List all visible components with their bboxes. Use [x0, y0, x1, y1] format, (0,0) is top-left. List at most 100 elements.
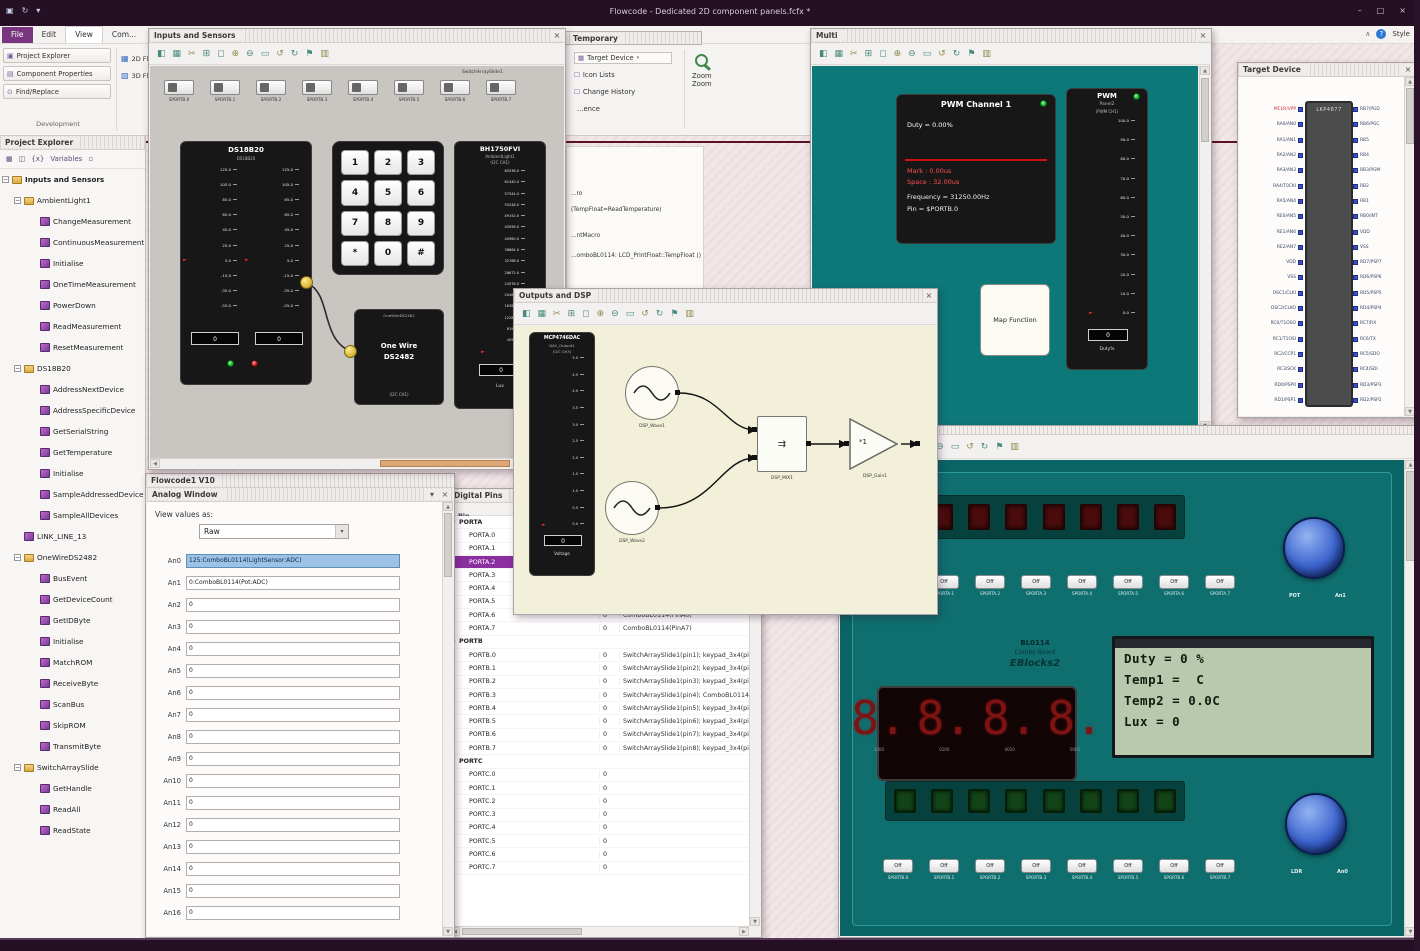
- close-icon[interactable]: ×: [923, 290, 935, 301]
- tree-item[interactable]: ReadState: [2, 820, 145, 841]
- view-option[interactable]: ...ence: [574, 103, 672, 115]
- tree-item[interactable]: Initialise: [2, 463, 145, 484]
- port-button[interactable]: Off SPORTB.2: [975, 859, 1005, 880]
- explorer-tool-icon[interactable]: {x}: [31, 155, 44, 163]
- switch-body[interactable]: [440, 80, 470, 95]
- pin-row[interactable]: PORTC.4 0: [450, 822, 749, 836]
- analog-value-field[interactable]: 0: [186, 686, 400, 700]
- scale-marker[interactable]: ►: [542, 523, 546, 528]
- toolbar-icon[interactable]: ⚑: [670, 309, 678, 319]
- ribbon-button[interactable]: ⊙ Find/Replace: [3, 84, 111, 99]
- toolbar-icon[interactable]: ↺: [938, 49, 946, 59]
- switch-knob[interactable]: [306, 83, 315, 92]
- ribbon-tab[interactable]: Edit: [33, 27, 66, 43]
- toolbar-icon[interactable]: ⚑: [305, 49, 313, 59]
- keypad-key[interactable]: 3: [407, 150, 435, 176]
- toolbar-icon[interactable]: ▥: [1010, 442, 1019, 452]
- port-button[interactable]: Off SPORTB.6: [1159, 859, 1189, 880]
- keypad-key[interactable]: *: [341, 240, 369, 266]
- tree-item[interactable]: − OneWireDS2482: [2, 547, 145, 568]
- dsp-mix-block[interactable]: ⇉: [757, 416, 807, 472]
- switch-knob[interactable]: [214, 83, 223, 92]
- maximize-button[interactable]: □: [1377, 6, 1385, 15]
- analog-value-field[interactable]: 0: [186, 752, 400, 766]
- pin-row[interactable]: PORTB.7 0 SwitchArraySlide1(pin8); keypa…: [450, 742, 749, 756]
- window-titlebar[interactable]: Target Device ×: [1238, 63, 1416, 77]
- scroll-thumb[interactable]: [462, 928, 582, 935]
- switch-body[interactable]: [394, 80, 424, 95]
- expand-toggle[interactable]: −: [14, 365, 21, 372]
- window-titlebar[interactable]: Flowcode1 V10: [146, 474, 454, 488]
- help-icon[interactable]: ?: [1376, 29, 1387, 39]
- port-switch[interactable]: SPORTB.0: [164, 80, 194, 102]
- tree-item[interactable]: − SwitchArraySlide: [2, 757, 145, 778]
- port-button[interactable]: Off SPORTA.4: [1067, 575, 1097, 596]
- toolbar-icon[interactable]: ⊖: [246, 49, 254, 59]
- collapse-ribbon-icon[interactable]: ∧: [1365, 30, 1370, 38]
- analog-value-field[interactable]: 0: [186, 642, 400, 656]
- toolbar-icon[interactable]: ◧: [522, 309, 531, 319]
- scroll-thumb[interactable]: [1201, 78, 1209, 142]
- port-switch[interactable]: SPORTB.1: [210, 80, 240, 102]
- panel-titlebar[interactable]: Analog Window ▾ ×: [147, 488, 453, 502]
- port-switch[interactable]: SPORTB.3: [302, 80, 332, 102]
- port-switch[interactable]: SPORTB.6: [440, 80, 470, 102]
- map-function-block[interactable]: Map Function: [980, 284, 1050, 356]
- port-button-state[interactable]: Off: [1021, 859, 1051, 873]
- expand-toggle[interactable]: −: [14, 764, 21, 771]
- toolbar-icon[interactable]: ◻: [217, 49, 224, 59]
- pin-row[interactable]: ▾ PORTC: [450, 755, 749, 769]
- switch-body[interactable]: [486, 80, 516, 95]
- scale-marker[interactable]: ►: [245, 258, 249, 263]
- wire-node[interactable]: [344, 345, 357, 358]
- tree-item[interactable]: TransmitByte: [2, 736, 145, 757]
- analog-value-field[interactable]: 0: [186, 730, 400, 744]
- switch-knob[interactable]: [168, 83, 177, 92]
- tree-item[interactable]: GetHandle: [2, 778, 145, 799]
- tree-item[interactable]: MatchROM: [2, 652, 145, 673]
- scroll-down[interactable]: ▼: [443, 927, 453, 936]
- port-button-state[interactable]: Off: [1159, 859, 1189, 873]
- pin-row[interactable]: PORTB.1 0 SwitchArraySlide1(pin2); keypa…: [450, 662, 749, 676]
- ribbon-tab[interactable]: File: [2, 27, 33, 43]
- toolbar-icon[interactable]: ⊕: [597, 309, 605, 319]
- dsp-wave1-block[interactable]: [625, 366, 679, 420]
- toolbar-icon[interactable]: ◻: [879, 49, 886, 59]
- analog-value-field[interactable]: 0: [186, 708, 400, 722]
- toolbar-icon[interactable]: ⊞: [203, 49, 211, 59]
- toolbar-icon[interactable]: ⊕: [232, 49, 240, 59]
- tree-item[interactable]: ReadMeasurement: [2, 316, 145, 337]
- port-button-state[interactable]: Off: [929, 859, 959, 873]
- scale-marker[interactable]: ►: [1089, 311, 1093, 316]
- close-icon[interactable]: ×: [551, 30, 563, 41]
- tree-item[interactable]: LINK_LINE_13: [2, 526, 145, 547]
- tree-item[interactable]: ContinuousMeasurement: [2, 232, 145, 253]
- ribbon-button[interactable]: ▤ Component Properties: [3, 66, 111, 81]
- keypad-key[interactable]: 1: [341, 150, 369, 176]
- port-switch[interactable]: SPORTB.2: [256, 80, 286, 102]
- toolbar-icon[interactable]: ▦: [538, 309, 547, 319]
- ribbon-tab[interactable]: View: [65, 26, 103, 43]
- tree-item[interactable]: GetIDByte: [2, 610, 145, 631]
- toolbar-icon[interactable]: ✂: [188, 49, 196, 59]
- toolbar-icon[interactable]: ◧: [819, 49, 828, 59]
- v-scrollbar[interactable]: ▲ ▼: [442, 502, 453, 936]
- pot-knob[interactable]: [1283, 517, 1345, 579]
- pin-row[interactable]: PORTB.2 0 SwitchArraySlide1(pin3); keypa…: [450, 676, 749, 689]
- minimize-button[interactable]: –: [1358, 6, 1362, 15]
- toolbar-icon[interactable]: ▭: [626, 309, 635, 319]
- tree-item[interactable]: − DS18B20: [2, 358, 145, 379]
- port-button-state[interactable]: Off: [1113, 859, 1143, 873]
- switch-knob[interactable]: [490, 83, 499, 92]
- tree-item[interactable]: − Inputs and Sensors: [2, 169, 145, 190]
- keypad-key[interactable]: 6: [407, 180, 435, 206]
- analog-value-field[interactable]: 125:ComboBL0114(LightSensor:ADC): [186, 554, 400, 568]
- port-button-state[interactable]: Off: [1021, 575, 1051, 589]
- analog-value-field[interactable]: 0: [186, 598, 400, 612]
- window-titlebar[interactable]: Outputs and DSP ×: [514, 289, 937, 303]
- toolbar-icon[interactable]: ▥: [320, 49, 329, 59]
- toolbar-icon[interactable]: ▭: [261, 49, 270, 59]
- switch-body[interactable]: [210, 80, 240, 95]
- tree-item[interactable]: GetDeviceCount: [2, 589, 145, 610]
- toolbar-icon[interactable]: ◻: [582, 309, 589, 319]
